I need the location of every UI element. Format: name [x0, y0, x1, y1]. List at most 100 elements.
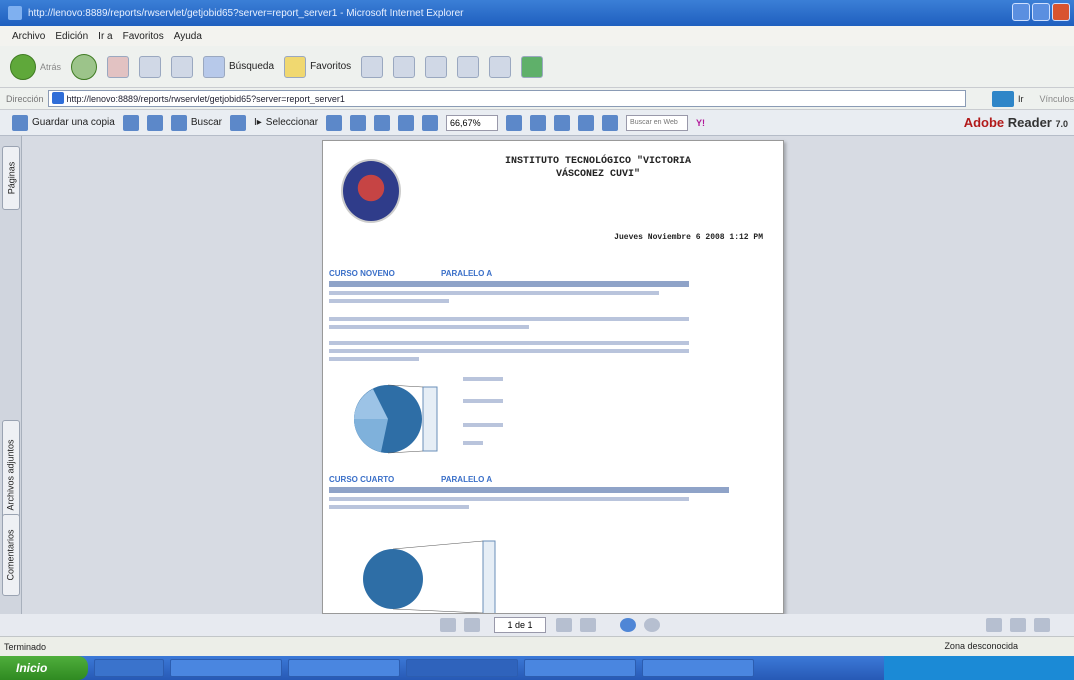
table-header — [329, 487, 729, 493]
hand-tool-icon[interactable] — [229, 114, 246, 131]
snapshot-icon[interactable] — [326, 114, 343, 131]
find-button[interactable]: Buscar — [170, 114, 222, 131]
close-button[interactable] — [1052, 3, 1070, 21]
select-tool-button[interactable]: I▸ Seleccionar — [254, 117, 318, 128]
stop-icon[interactable] — [107, 55, 130, 78]
forward-view-icon[interactable] — [644, 618, 660, 632]
menu-archivo[interactable]: Archivo — [12, 31, 45, 42]
page-number-field[interactable] — [494, 617, 546, 633]
institution-crest — [341, 159, 401, 223]
quick-launch[interactable] — [94, 659, 164, 677]
fit-page-icon[interactable] — [374, 114, 391, 131]
maximize-button[interactable] — [1032, 3, 1050, 21]
window-title: http://lenovo:8889/reports/rwservlet/get… — [28, 7, 464, 19]
go-label: Ir — [1017, 93, 1024, 104]
favorites-button[interactable]: Favoritos — [284, 55, 351, 78]
messenger-icon[interactable] — [521, 55, 544, 78]
history-icon[interactable] — [361, 55, 384, 78]
legend-item — [463, 399, 503, 403]
yahoo-icon[interactable]: Y! — [696, 118, 705, 128]
continuous-icon[interactable] — [1010, 618, 1026, 632]
rotate-icon[interactable] — [530, 114, 547, 131]
last-page-button[interactable] — [580, 618, 596, 632]
minimize-button[interactable] — [1012, 3, 1030, 21]
text-cursor-icon: I▸ — [253, 117, 262, 128]
zoom-field[interactable] — [446, 114, 499, 131]
sign-icon[interactable] — [578, 114, 595, 131]
back-view-icon[interactable] — [620, 618, 636, 632]
search-button[interactable]: Búsqueda — [203, 55, 274, 78]
save-copy-button[interactable]: Guardar una copia — [12, 114, 115, 131]
table-row — [329, 349, 689, 353]
star-icon — [284, 55, 307, 78]
address-label: Dirección — [6, 93, 44, 104]
table-row — [329, 341, 689, 345]
start-button[interactable]: Inicio — [0, 656, 88, 680]
reader-toolbar: Guardar una copia Buscar I▸ Seleccionar … — [0, 110, 1074, 136]
menubar: Archivo Edición Ir a Favoritos Ayuda — [0, 26, 1074, 46]
taskbar-item[interactable] — [642, 659, 754, 677]
ie-icon — [8, 6, 22, 20]
bookmark-icon[interactable] — [554, 114, 571, 131]
print-icon[interactable] — [122, 114, 139, 131]
taskbar-item[interactable] — [288, 659, 400, 677]
legend-item — [463, 423, 503, 427]
section2-parallel: PARALELO A — [441, 475, 493, 484]
go-button[interactable] — [992, 90, 1014, 107]
zoom-in-icon[interactable] — [350, 114, 367, 131]
system-tray — [884, 656, 1074, 680]
web-search-field[interactable] — [626, 114, 689, 131]
binoculars-icon — [170, 114, 187, 131]
zoom-plus-icon[interactable] — [506, 114, 523, 131]
page-icon — [52, 92, 64, 104]
back-arrow-icon — [10, 53, 36, 80]
search-icon — [203, 55, 226, 78]
section1-parallel: PARALELO A — [441, 269, 493, 278]
menu-ayuda[interactable]: Ayuda — [174, 31, 202, 42]
table-row — [329, 357, 419, 361]
taskbar-item[interactable] — [524, 659, 636, 677]
forward-button[interactable] — [71, 53, 98, 80]
refresh-icon[interactable] — [139, 55, 162, 78]
table-row — [329, 505, 469, 509]
facing-icon[interactable] — [1034, 618, 1050, 632]
security-zone: Zona desconocida — [944, 641, 1018, 651]
single-page-icon[interactable] — [986, 618, 1002, 632]
home-icon[interactable] — [171, 55, 194, 78]
zoom-out-icon[interactable] — [422, 114, 439, 131]
menu-favoritos[interactable]: Favoritos — [123, 31, 164, 42]
pdf-page: INSTITUTO TECNOLÓGICO "VICTORIA VÁSCONEZ… — [322, 140, 784, 614]
table-row — [329, 325, 529, 329]
floppy-icon — [12, 114, 28, 131]
menu-ir-a[interactable]: Ir a — [98, 31, 112, 42]
table-row — [329, 497, 689, 501]
document-title: INSTITUTO TECNOLÓGICO "VICTORIA VÁSCONEZ… — [504, 156, 692, 180]
bar-stack — [422, 386, 438, 452]
email-icon[interactable] — [146, 114, 163, 131]
research-icon[interactable] — [489, 55, 512, 78]
adobe-reader-logo: Adobe Reader 7.0 — [963, 115, 1068, 130]
navigation-panel: Páginas Archivos adjuntos Comentarios — [0, 136, 22, 614]
tab-pages[interactable]: Páginas — [2, 146, 20, 210]
back-button[interactable]: Atrás — [10, 53, 61, 80]
menu-edicion[interactable]: Edición — [55, 31, 88, 42]
mail-icon[interactable] — [393, 55, 416, 78]
status-bar: Terminado Zona desconocida — [0, 636, 1074, 656]
address-input[interactable] — [47, 90, 967, 107]
table-row — [329, 291, 659, 295]
first-page-button[interactable] — [440, 618, 456, 632]
legend-item — [463, 377, 503, 381]
table-row — [329, 299, 449, 303]
help-icon[interactable] — [602, 114, 619, 131]
prev-page-button[interactable] — [464, 618, 480, 632]
table-row — [329, 317, 689, 321]
taskbar-item-active[interactable] — [406, 659, 518, 677]
next-page-button[interactable] — [556, 618, 572, 632]
links-label[interactable]: Vínculos — [1039, 94, 1074, 104]
print-icon[interactable] — [425, 55, 448, 78]
taskbar-item[interactable] — [170, 659, 282, 677]
bar-stack — [482, 540, 496, 613]
tab-comments[interactable]: Comentarios — [2, 514, 20, 596]
edit-icon[interactable] — [457, 55, 480, 78]
fit-width-icon[interactable] — [398, 114, 415, 131]
